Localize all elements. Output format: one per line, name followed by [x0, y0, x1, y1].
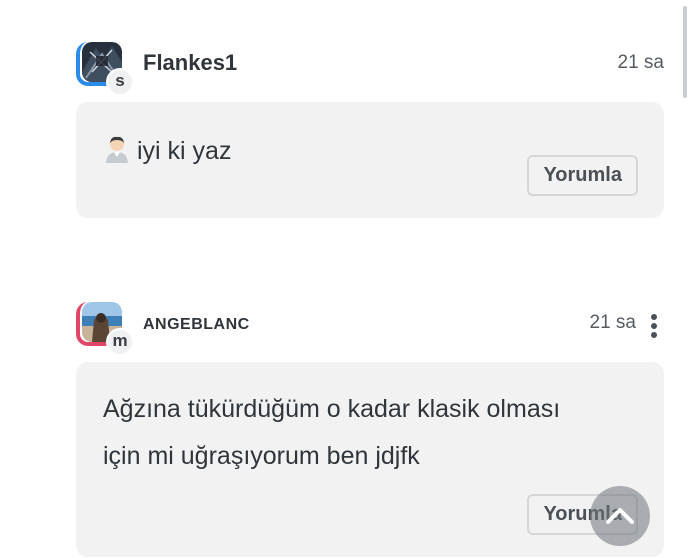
comment-header: m ANGEBLANC 21 sa	[76, 302, 664, 362]
comment-text: iyi ki yaz	[137, 137, 232, 165]
reply-row: Yorumla	[103, 494, 638, 535]
comment-bubble: iyi ki yaz Yorumla	[76, 102, 664, 218]
timestamp: 21 sa	[589, 312, 636, 333]
chevron-up-icon	[606, 508, 634, 524]
reply-row: Yorumla	[527, 155, 638, 196]
username[interactable]: Flankes1	[143, 50, 237, 76]
comment-header: s Flankes1 21 sa	[76, 42, 664, 102]
comment-item: m ANGEBLANC 21 sa Ağzına tükürdüğüm o ka…	[76, 302, 664, 557]
timestamp: 21 sa	[617, 52, 664, 73]
scroll-to-top-button[interactable]	[590, 486, 650, 546]
comment-item: s Flankes1 21 sa iyi ki yaz Yorumla	[76, 42, 664, 218]
more-vertical-icon[interactable]	[650, 314, 658, 340]
scrollbar[interactable]	[683, 6, 687, 98]
comment-bubble: Ağzına tükürdüğüm o kadar klasik olması …	[76, 362, 664, 557]
avatar[interactable]: s	[76, 42, 134, 96]
person-emoji-icon	[103, 135, 131, 174]
level-badge: s	[106, 68, 134, 96]
username[interactable]: ANGEBLANC	[143, 316, 250, 334]
level-badge: m	[106, 328, 134, 356]
comments-page: s Flankes1 21 sa iyi ki yaz Yorumla m AN…	[0, 0, 690, 558]
comment-text: Ağzına tükürdüğüm o kadar klasik olması …	[103, 395, 561, 470]
avatar[interactable]: m	[76, 302, 134, 356]
reply-button[interactable]: Yorumla	[527, 155, 638, 196]
